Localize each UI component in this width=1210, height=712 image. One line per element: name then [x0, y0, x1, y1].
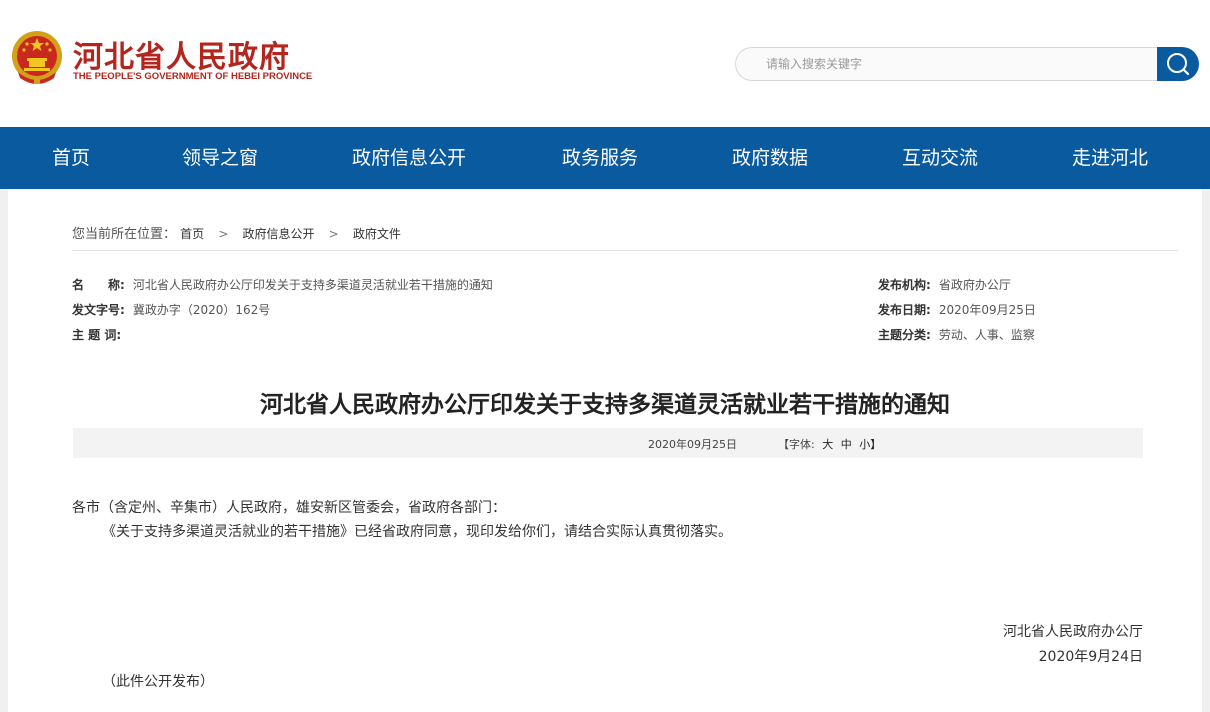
meta-org: 发布机构: 省政府办公厅 — [878, 276, 1011, 293]
breadcrumb-gov-docs[interactable]: 政府文件 — [353, 227, 401, 241]
article-info-bar: 2020年09月25日 【字体: 大 中 小】 — [73, 428, 1143, 458]
search-icon — [1167, 53, 1190, 76]
national-emblem-icon[interactable] — [10, 28, 64, 86]
article-salutation: 各市（含定州、辛集市）人民政府，雄安新区管委会，省政府各部门： — [72, 500, 506, 516]
meta-date-value: 2020年09月25日 — [938, 303, 1036, 317]
meta-category: 主题分类: 劳动、人事、监察 — [878, 326, 1035, 343]
meta-docno-label: 发文字号: — [72, 303, 125, 317]
article-title: 河北省人民政府办公厅印发关于支持多渠道灵活就业若干措施的通知 — [260, 391, 950, 418]
nav-services[interactable]: 政务服务 — [562, 127, 638, 189]
nav-home[interactable]: 首页 — [52, 127, 90, 189]
breadcrumb-separator: > — [328, 227, 339, 241]
font-medium-button[interactable]: 中 — [841, 438, 852, 451]
font-size-label: 【字体: — [778, 438, 815, 451]
breadcrumb-separator: > — [218, 227, 229, 241]
main-nav: 首页 领导之窗 政府信息公开 政务服务 政府数据 互动交流 走进河北 — [0, 127, 1210, 189]
meta-org-label: 发布机构: — [878, 278, 931, 292]
meta-name: 名 称: 河北省人民政府办公厅印发关于支持多渠道灵活就业若干措施的通知 — [72, 276, 493, 293]
content-panel: 您当前所在位置： 首页 > 政府信息公开 > 政府文件 名 称: 河北省人民政府办… — [8, 189, 1202, 712]
site-title[interactable]: 河北省人民政府 — [73, 32, 290, 76]
article-paragraph: 《关于支持多渠道灵活就业的若干措施》已经省政府同意，现印发给你们，请结合实际认真… — [102, 524, 732, 540]
meta-date-label: 发布日期: — [878, 303, 931, 317]
meta-name-value: 河北省人民政府办公厅印发关于支持多渠道灵活就业若干措施的通知 — [132, 278, 493, 292]
site-header: 河北省人民政府 THE PEOPLE'S GOVERNMENT OF HEBEI… — [0, 0, 1210, 127]
meta-category-label: 主题分类: — [878, 328, 931, 342]
breadcrumb-prefix: 您当前所在位置： — [72, 227, 177, 242]
divider — [72, 250, 1178, 251]
article-note: （此件公开发布） — [102, 674, 214, 690]
font-small-button[interactable]: 小】 — [859, 438, 881, 451]
meta-category-value: 劳动、人事、监察 — [938, 328, 1035, 342]
meta-docno-value: 冀政办字（2020）162号 — [132, 303, 271, 317]
font-large-button[interactable]: 大 — [822, 438, 833, 451]
nav-info-disclosure[interactable]: 政府信息公开 — [352, 127, 466, 189]
site-subtitle: THE PEOPLE'S GOVERNMENT OF HEBEI PROVINC… — [73, 71, 313, 82]
nav-interaction[interactable]: 互动交流 — [902, 127, 978, 189]
search-input[interactable] — [736, 48, 1157, 80]
article-sign-date: 2020年9月24日 — [1038, 649, 1143, 665]
meta-keywords-label: 主 题 词: — [72, 328, 122, 342]
nav-data[interactable]: 政府数据 — [732, 127, 808, 189]
meta-docno: 发文字号: 冀政办字（2020）162号 — [72, 301, 270, 318]
meta-org-value: 省政府办公厅 — [938, 278, 1011, 292]
meta-date: 发布日期: 2020年09月25日 — [878, 301, 1036, 318]
breadcrumb-home[interactable]: 首页 — [180, 227, 204, 241]
nav-about-hebei[interactable]: 走进河北 — [1072, 127, 1148, 189]
font-size-control: 【字体: 大 中 小】 — [778, 436, 881, 452]
article-date: 2020年09月25日 — [648, 438, 737, 451]
article-signature: 河北省人民政府办公厅 — [1003, 624, 1143, 640]
meta-keywords: 主 题 词: — [72, 326, 129, 343]
breadcrumb-info-disclosure[interactable]: 政府信息公开 — [243, 227, 315, 241]
meta-name-label: 名 称: — [72, 278, 125, 292]
search-button[interactable] — [1157, 47, 1199, 81]
nav-leaders[interactable]: 领导之窗 — [182, 127, 258, 189]
breadcrumb: 您当前所在位置： 首页 > 政府信息公开 > 政府文件 — [72, 223, 401, 242]
search-box — [735, 47, 1157, 81]
